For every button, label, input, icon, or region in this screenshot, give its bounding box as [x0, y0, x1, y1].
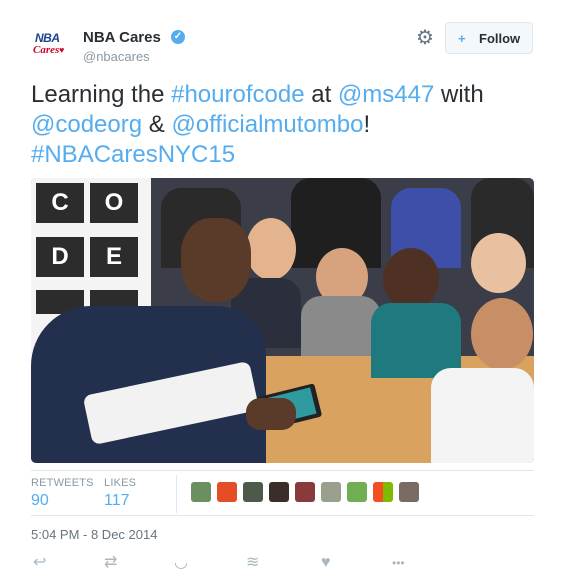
- reply-icon[interactable]: ↩: [33, 553, 46, 573]
- follow-label: Follow: [479, 31, 521, 46]
- likes-label: LIKES: [104, 477, 137, 489]
- liker-avatar[interactable]: [399, 482, 419, 502]
- more-icon[interactable]: •••: [392, 553, 405, 573]
- hashtag-link[interactable]: #hourofcode: [171, 81, 304, 108]
- student-face: [246, 218, 296, 280]
- mention-link[interactable]: @officialmutombo: [171, 111, 363, 138]
- avatar[interactable]: NBA Cares ♥: [31, 27, 75, 71]
- hashtag-link[interactable]: #NBACaresNYC15: [31, 141, 235, 168]
- retweets-count: 90: [31, 492, 49, 509]
- tweet-text-part: &: [142, 111, 172, 138]
- display-name[interactable]: NBA Cares: [83, 29, 161, 46]
- likes-count: 117: [104, 492, 130, 509]
- student-face: [471, 233, 526, 293]
- student-figure: [301, 296, 381, 356]
- stats-separator: [176, 475, 177, 513]
- code-letter-block: C: [36, 183, 84, 223]
- student-face: [383, 248, 439, 310]
- liker-avatar[interactable]: [243, 482, 263, 502]
- tweet-text-part: at: [304, 81, 338, 108]
- heart-logo-icon: ♥: [59, 45, 65, 55]
- man-hand: [246, 398, 296, 430]
- user-handle[interactable]: @nbacares: [83, 49, 150, 64]
- liker-avatar[interactable]: [295, 482, 315, 502]
- mention-link[interactable]: @codeorg: [31, 111, 142, 138]
- tweet-photo[interactable]: C O D E: [31, 178, 534, 463]
- student-figure: [371, 303, 461, 378]
- code-letter-block: D: [36, 237, 84, 277]
- mention-link[interactable]: @ms447: [338, 81, 434, 108]
- nba-logo-text: NBA: [35, 31, 60, 45]
- cares-logo-text: Cares: [33, 44, 60, 56]
- tweet-text-part: Learning the: [31, 81, 172, 108]
- student-face: [471, 298, 533, 370]
- stack-icon[interactable]: ≋: [246, 553, 259, 573]
- retweets-label: RETWEETS: [31, 477, 94, 489]
- retweet-icon[interactable]: ⇄: [104, 553, 117, 573]
- microsoft-avatar-icon[interactable]: [373, 482, 393, 502]
- tweet-card: NBA Cares ♥ NBA Cares ✓ @nbacares ⚙ + Fo…: [0, 0, 566, 585]
- code-letter-block: E: [90, 237, 138, 277]
- stats-divider-bottom: [31, 515, 534, 516]
- code-letter-block: O: [90, 183, 138, 223]
- follow-button[interactable]: + Follow: [445, 22, 533, 54]
- liker-avatar[interactable]: [269, 482, 289, 502]
- gear-icon[interactable]: ⚙: [414, 27, 436, 49]
- add-user-icon: +: [458, 31, 466, 46]
- verified-badge-icon: ✓: [171, 30, 185, 44]
- tweet-text: Learning the #hourofcode at @ms447 with …: [31, 80, 541, 170]
- liker-avatar[interactable]: [321, 482, 341, 502]
- tweet-text-part: !: [363, 111, 371, 138]
- like-icon[interactable]: ♥: [321, 553, 331, 573]
- stats-divider-top: [31, 470, 534, 471]
- liker-avatar[interactable]: [191, 482, 211, 502]
- man-face: [181, 218, 251, 302]
- tweet-text-part: with: [434, 81, 484, 108]
- likes-stat[interactable]: LIKES 117: [104, 477, 136, 510]
- retweets-stat[interactable]: RETWEETS 90: [31, 477, 94, 510]
- html5-avatar-icon[interactable]: [217, 482, 237, 502]
- liker-avatar[interactable]: [347, 482, 367, 502]
- student-figure: [431, 368, 534, 463]
- tweet-timestamp[interactable]: 5:04 PM - 8 Dec 2014: [31, 527, 157, 542]
- bookmark-icon[interactable]: ◡: [174, 553, 188, 573]
